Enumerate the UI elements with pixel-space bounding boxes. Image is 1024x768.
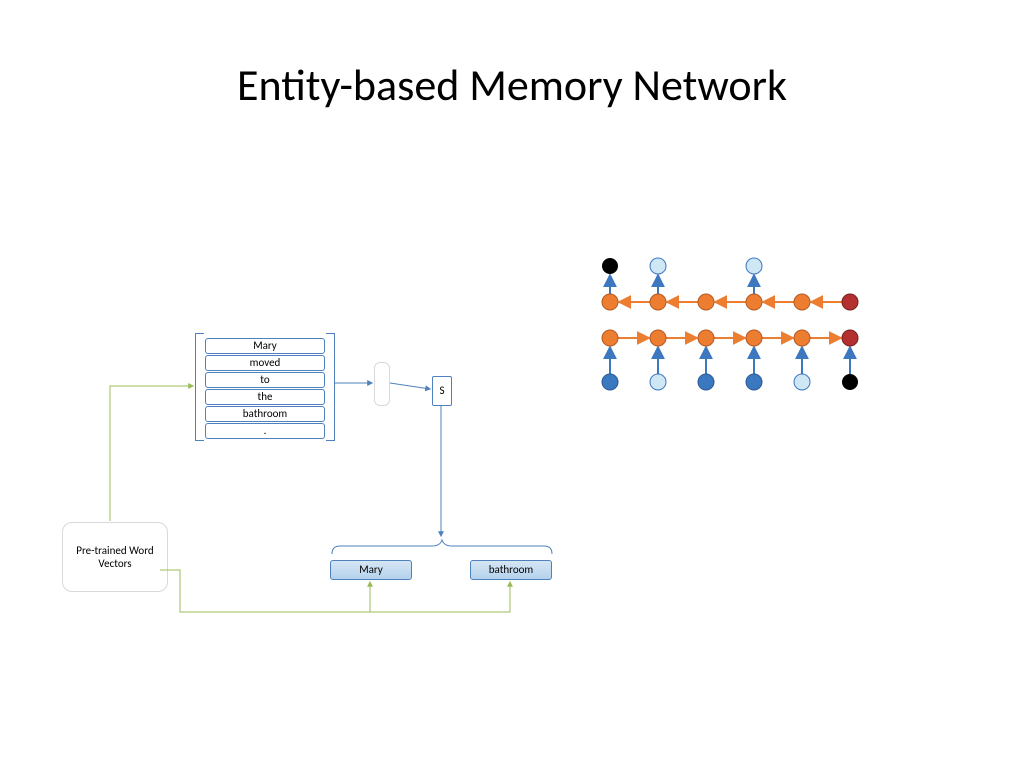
word-row: moved [205,355,325,371]
word-row: to [205,372,325,388]
page-title: Entity-based Memory Network [0,58,1024,112]
entity-box: Mary [330,560,412,580]
encoder-box [374,362,390,406]
node-graph [590,254,900,404]
word-row: bathroom [205,406,325,422]
word-row: the [205,389,325,405]
bracket-left-icon [195,333,204,441]
word-row: . [205,423,325,439]
bracket-right-icon [326,333,335,441]
sentence-block: Mary moved to the bathroom . [205,338,325,440]
entity-box: bathroom [470,560,552,580]
pretrained-box: Pre-trained Word Vectors [62,522,168,592]
state-box: S [432,376,452,406]
brace-icon [330,538,554,556]
word-row: Mary [205,338,325,354]
